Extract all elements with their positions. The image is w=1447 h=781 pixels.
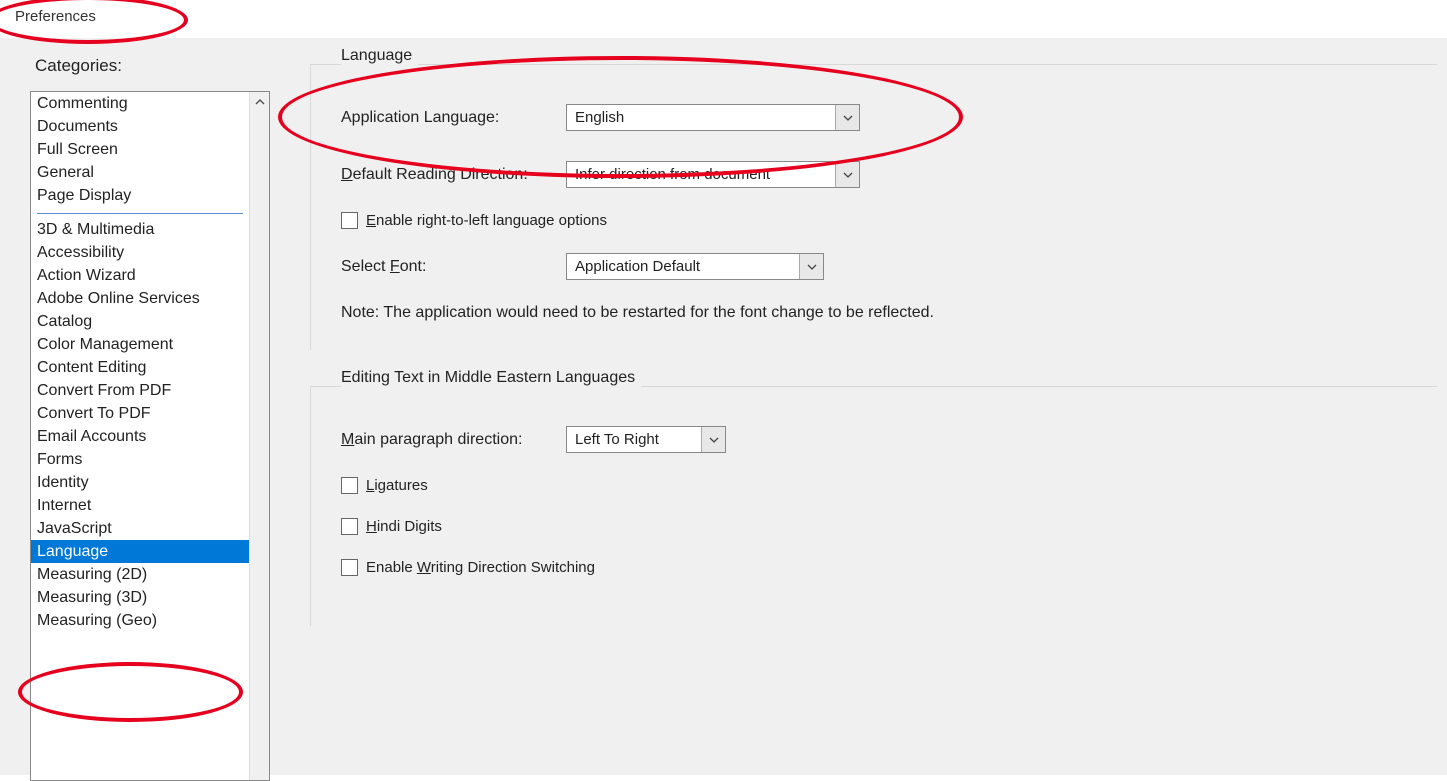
category-separator (37, 213, 243, 214)
ligatures-checkbox[interactable] (341, 477, 358, 494)
ligatures-label: Ligatures (366, 477, 428, 494)
reading-direction-label: Default Reading Direction: (341, 166, 566, 184)
category-item[interactable]: Catalog (31, 310, 249, 333)
writing-dir-label: Enable Writing Direction Switching (366, 559, 595, 576)
scrollbar[interactable] (249, 92, 269, 780)
category-item[interactable]: Page Display (31, 184, 249, 207)
main-para-value: Left To Right (567, 431, 701, 448)
dialog-title: Preferences (0, 0, 1447, 35)
category-item[interactable]: Convert To PDF (31, 402, 249, 425)
category-item[interactable]: Measuring (3D) (31, 586, 249, 609)
chevron-down-icon (835, 162, 859, 187)
select-font-label: Select Font: (341, 258, 566, 276)
chevron-down-icon (701, 427, 725, 452)
rtl-checkbox-label: Enable right-to-left language options (366, 212, 607, 229)
app-language-value: English (567, 109, 835, 126)
category-item[interactable]: Internet (31, 494, 249, 517)
category-item[interactable]: Measuring (2D) (31, 563, 249, 586)
category-item[interactable]: Action Wizard (31, 264, 249, 287)
category-item[interactable]: Commenting (31, 92, 249, 115)
font-restart-note: Note: The application would need to be r… (341, 304, 1417, 322)
chevron-down-icon (835, 105, 859, 130)
category-item[interactable]: 3D & Multimedia (31, 218, 249, 241)
app-language-dropdown[interactable]: English (566, 104, 860, 131)
category-item[interactable]: Email Accounts (31, 425, 249, 448)
rtl-checkbox[interactable] (341, 212, 358, 229)
preferences-body: Categories: CommentingDocumentsFull Scre… (0, 38, 1447, 775)
category-item[interactable]: Documents (31, 115, 249, 138)
category-item[interactable]: Forms (31, 448, 249, 471)
chevron-down-icon (799, 254, 823, 279)
category-item[interactable]: Language (31, 540, 249, 563)
category-item[interactable]: Content Editing (31, 356, 249, 379)
select-font-value: Application Default (567, 258, 799, 275)
category-item[interactable]: Color Management (31, 333, 249, 356)
main-para-label: Main paragraph direction: (341, 431, 566, 449)
category-item[interactable]: JavaScript (31, 517, 249, 540)
reading-direction-value: Infer direction from document (567, 166, 835, 183)
section-language-legend: Language (341, 47, 418, 65)
reading-direction-dropdown[interactable]: Infer direction from document (566, 161, 860, 188)
hindi-digits-label: Hindi Digits (366, 518, 442, 535)
categories-listbox[interactable]: CommentingDocumentsFull ScreenGeneralPag… (30, 91, 270, 781)
category-item[interactable]: Identity (31, 471, 249, 494)
category-item[interactable]: Adobe Online Services (31, 287, 249, 310)
settings-panel: Language Application Language: English D… (280, 38, 1447, 775)
category-item[interactable]: Measuring (Geo) (31, 609, 249, 632)
writing-dir-checkbox[interactable] (341, 559, 358, 576)
scroll-up-button[interactable] (250, 92, 269, 112)
select-font-dropdown[interactable]: Application Default (566, 253, 824, 280)
main-para-dropdown[interactable]: Left To Right (566, 426, 726, 453)
category-item[interactable]: General (31, 161, 249, 184)
category-item[interactable]: Accessibility (31, 241, 249, 264)
section-me-legend: Editing Text in Middle Eastern Languages (341, 369, 641, 387)
app-language-label: Application Language: (341, 109, 566, 127)
category-item[interactable]: Convert From PDF (31, 379, 249, 402)
category-item[interactable]: Full Screen (31, 138, 249, 161)
hindi-digits-checkbox[interactable] (341, 518, 358, 535)
